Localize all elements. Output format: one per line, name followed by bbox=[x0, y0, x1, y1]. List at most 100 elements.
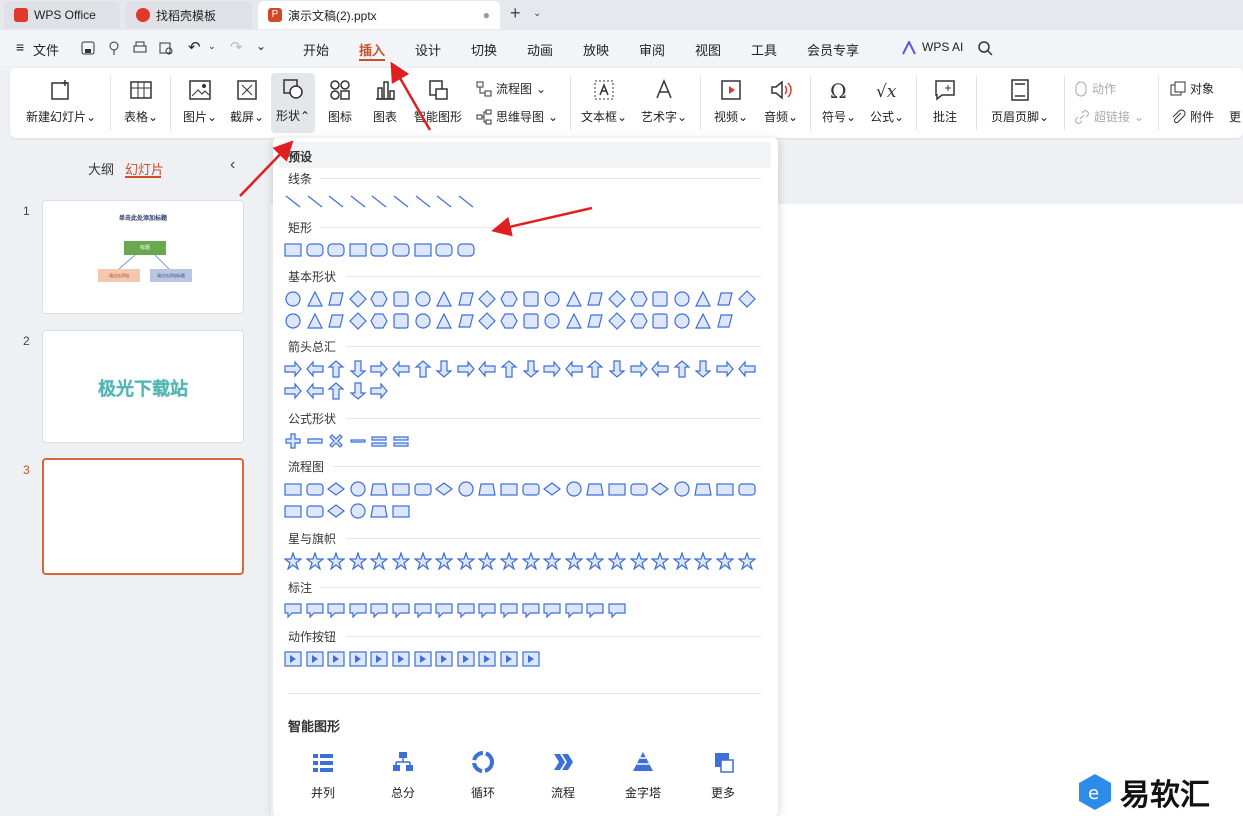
shape-flow-16[interactable] bbox=[608, 480, 626, 498]
shape-action-8[interactable] bbox=[435, 650, 453, 668]
shape-arrow-1[interactable] bbox=[284, 360, 302, 378]
slide-thumbnail-2[interactable]: 极光下载站 bbox=[42, 330, 244, 443]
shape-flow-2[interactable] bbox=[305, 502, 324, 520]
action-button[interactable]: 动作 bbox=[1074, 80, 1116, 97]
shape-basic-21[interactable] bbox=[716, 290, 734, 308]
shape-arrow-18[interactable] bbox=[651, 360, 669, 378]
shape-rect-9[interactable] bbox=[457, 241, 475, 259]
shape-callout-8[interactable] bbox=[435, 601, 453, 619]
shape-rect-5[interactable] bbox=[370, 241, 388, 259]
save-icon[interactable] bbox=[80, 40, 96, 56]
shape-basic-4[interactable] bbox=[348, 312, 367, 330]
video-button[interactable]: 视频⌄ bbox=[708, 74, 754, 132]
shape-flow-4[interactable] bbox=[349, 480, 367, 498]
chart-button[interactable]: 图表 bbox=[363, 74, 407, 132]
shape-basic-2[interactable] bbox=[306, 312, 324, 330]
shape-action-11[interactable] bbox=[500, 650, 518, 668]
shape-action-1[interactable] bbox=[284, 650, 302, 668]
shape-callout-12[interactable] bbox=[521, 601, 540, 619]
shape-flow-5[interactable] bbox=[370, 480, 389, 498]
shape-star-13[interactable] bbox=[542, 551, 562, 571]
shape-basic-1[interactable] bbox=[284, 312, 302, 330]
tab-start[interactable]: 开始 bbox=[303, 40, 329, 59]
shape-star-14[interactable] bbox=[564, 551, 584, 571]
outline-tab[interactable]: 大纲 bbox=[88, 159, 114, 178]
shape-basic-6[interactable] bbox=[392, 290, 410, 308]
hyperlink-button[interactable]: 超链接 ⌄ bbox=[1074, 108, 1144, 125]
new-tab-icon[interactable]: + bbox=[510, 3, 521, 24]
shape-callout-5[interactable] bbox=[370, 601, 388, 619]
shape-flow-14[interactable] bbox=[565, 480, 583, 498]
shape-flow-19[interactable] bbox=[673, 480, 691, 498]
header-footer-button[interactable]: 页眉页脚⌄ bbox=[984, 74, 1056, 132]
shape-basic-19[interactable] bbox=[673, 312, 691, 330]
shape-star-2[interactable] bbox=[304, 551, 325, 571]
shape-basic-6[interactable] bbox=[392, 312, 410, 330]
shape-arrow-20[interactable] bbox=[694, 360, 713, 378]
shape-flow-3[interactable] bbox=[327, 480, 346, 498]
shape-arrow-19[interactable] bbox=[673, 360, 691, 378]
smart-graphic-item[interactable]: 循环 bbox=[453, 750, 513, 801]
shape-formula-4[interactable] bbox=[349, 432, 367, 450]
new-slide-button[interactable]: 新建幻灯片⌄ bbox=[24, 74, 98, 132]
print-icon[interactable] bbox=[132, 40, 148, 56]
shape-action-7[interactable] bbox=[413, 650, 432, 668]
shape-flow-17[interactable] bbox=[629, 480, 648, 498]
picture-button[interactable]: 图片⌄ bbox=[178, 74, 222, 132]
shape-star-8[interactable] bbox=[434, 551, 454, 571]
shape-basic-22[interactable] bbox=[737, 290, 756, 308]
shape-arrow-21[interactable] bbox=[716, 360, 734, 378]
shape-star-5[interactable] bbox=[369, 551, 390, 571]
tab-presentation[interactable]: P 演示文稿(2).pptx ● bbox=[258, 1, 500, 29]
shape-star-19[interactable] bbox=[672, 551, 692, 571]
shape-action-2[interactable] bbox=[305, 650, 324, 668]
wps-ai-button[interactable]: WPS AI bbox=[922, 40, 963, 54]
shape-flow-6[interactable] bbox=[392, 502, 410, 520]
shape-flow-10[interactable] bbox=[478, 480, 497, 498]
tab-close-dot-icon[interactable]: ● bbox=[483, 8, 490, 22]
shape-star-20[interactable] bbox=[693, 551, 714, 571]
shape-basic-20[interactable] bbox=[694, 290, 712, 308]
shape-callout-16[interactable] bbox=[608, 601, 626, 619]
shape-basic-16[interactable] bbox=[608, 290, 626, 308]
shape-arrow-22[interactable] bbox=[737, 360, 756, 378]
tab-transition[interactable]: 切换 bbox=[471, 40, 497, 59]
shape-star-21[interactable] bbox=[715, 551, 735, 571]
shape-line-8[interactable] bbox=[435, 192, 453, 210]
textbox-button[interactable]: 文本框⌄ bbox=[576, 74, 632, 132]
shape-arrow-3[interactable] bbox=[327, 360, 345, 378]
shape-basic-16[interactable] bbox=[608, 312, 626, 330]
smart-graphic-item[interactable]: 并列 bbox=[293, 750, 353, 801]
shape-flow-9[interactable] bbox=[457, 480, 475, 498]
shape-callout-10[interactable] bbox=[478, 601, 496, 619]
shape-arrow-7[interactable] bbox=[413, 360, 432, 378]
shape-arrow-5[interactable] bbox=[370, 360, 389, 378]
shape-callout-13[interactable] bbox=[543, 601, 561, 619]
shape-arrow-4[interactable] bbox=[349, 382, 367, 400]
shape-flow-15[interactable] bbox=[586, 480, 605, 498]
shape-arrow-11[interactable] bbox=[500, 360, 518, 378]
shape-line-3[interactable] bbox=[327, 192, 345, 210]
shape-flow-4[interactable] bbox=[349, 502, 367, 520]
shape-basic-10[interactable] bbox=[478, 290, 497, 308]
shape-basic-8[interactable] bbox=[435, 290, 453, 308]
shape-flow-13[interactable] bbox=[543, 480, 562, 498]
slide-thumbnail-1[interactable]: 单击此处添加标题 标题 请点击添加 请点击添加标题 bbox=[42, 200, 244, 314]
shape-action-9[interactable] bbox=[457, 650, 475, 668]
shape-arrow-4[interactable] bbox=[349, 360, 367, 378]
shape-arrow-9[interactable] bbox=[457, 360, 475, 378]
shape-basic-17[interactable] bbox=[629, 312, 648, 330]
search-icon[interactable] bbox=[977, 40, 993, 56]
shape-arrow-5[interactable] bbox=[370, 382, 389, 400]
print-preview-icon[interactable] bbox=[158, 40, 174, 56]
tab-member[interactable]: 会员专享 bbox=[807, 40, 859, 59]
shape-star-10[interactable] bbox=[477, 551, 498, 571]
tab-design[interactable]: 设计 bbox=[415, 40, 441, 59]
shape-formula-1[interactable] bbox=[284, 432, 302, 450]
redo-icon[interactable]: ↷ bbox=[230, 38, 243, 56]
shape-basic-14[interactable] bbox=[565, 290, 583, 308]
object-button[interactable]: 对象 bbox=[1170, 80, 1214, 97]
shape-star-1[interactable] bbox=[283, 551, 303, 571]
smart-graphic-item[interactable]: 更多 bbox=[693, 750, 753, 801]
shape-arrow-2[interactable] bbox=[305, 382, 324, 400]
